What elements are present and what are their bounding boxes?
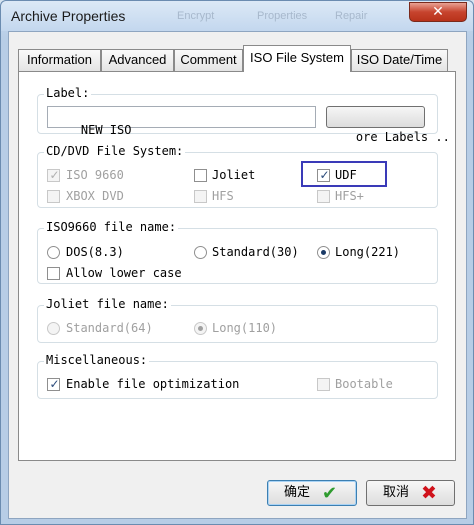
iso9660-label: ISO 9660 (66, 168, 124, 182)
long-221-radio[interactable] (317, 246, 330, 259)
more-labels-button[interactable]: ore Labels .. (326, 106, 450, 144)
joliet-long-110-label: Long(110) (212, 321, 278, 335)
dos-83-label: DOS(8.3) (66, 245, 124, 259)
hfs-checkbox[interactable] (194, 190, 207, 203)
more-labels-label: ore Labels .. (355, 130, 450, 144)
udf-label: UDF (335, 168, 357, 182)
tab-comment[interactable]: Comment (174, 49, 243, 71)
checkmark-icon: ✓ (49, 377, 60, 391)
udf-checkbox[interactable]: ✓ (317, 168, 330, 182)
iso9660-filename-group-title: ISO9660 file name: (44, 220, 179, 234)
iso-file-system-page: Label: NEW ISO ore Labels .. CD/DVD File… (18, 71, 456, 461)
enable-file-optimization-label: Enable file optimization (66, 377, 240, 391)
title-bar[interactable]: Archive Properties Encrypt Properties Re… (1, 1, 473, 31)
radio-selected-dot (198, 326, 203, 331)
xbox-dvd-label: XBOX DVD (66, 189, 124, 203)
ok-button-label: 确定 (284, 485, 311, 500)
label-group-title: Label: (44, 86, 92, 100)
checkmark-icon: ✓ (319, 168, 330, 182)
ghost-title-properties: Properties (257, 10, 308, 22)
allow-lower-case-label: Allow lower case (66, 266, 182, 280)
tab-label: Comment (180, 52, 237, 67)
tab-advanced[interactable]: Advanced (101, 49, 174, 71)
dos-83-radio[interactable] (47, 246, 60, 259)
tab-label: Advanced (108, 52, 167, 67)
tab-label: ISO Date/Time (356, 52, 443, 67)
tab-label: ISO File System (250, 50, 344, 65)
joliet-standard-64-radio[interactable] (47, 322, 60, 335)
cancel-button[interactable]: 取消 ✖ (366, 480, 455, 506)
close-button[interactable]: ✕ (409, 2, 467, 22)
window-title: Archive Properties (11, 8, 126, 24)
tab-iso-date-time[interactable]: ISO Date/Time (351, 49, 448, 71)
green-check-icon: ✔ (322, 483, 338, 504)
close-icon: ✕ (432, 4, 444, 20)
standard-30-radio[interactable] (194, 246, 207, 259)
ghost-title-encrypt: Encrypt (177, 10, 215, 22)
label-input[interactable]: NEW ISO (47, 106, 316, 137)
bootable-checkbox[interactable] (317, 378, 330, 391)
checkmark-icon: ✓ (49, 168, 60, 182)
hfs-plus-checkbox[interactable] (317, 190, 330, 203)
long-221-label: Long(221) (335, 245, 401, 259)
standard-30-label: Standard(30) (212, 245, 299, 259)
ghost-title-repair: Repair (335, 10, 368, 22)
tab-iso-file-system[interactable]: ISO File System (243, 45, 351, 72)
ok-button[interactable]: 确定 ✔ (267, 480, 357, 506)
joliet-checkbox[interactable] (194, 169, 207, 182)
red-x-icon: ✖ (421, 482, 437, 504)
joliet-label: Joliet (212, 168, 256, 182)
hfs-label: HFS (212, 189, 234, 203)
joliet-long-110-radio[interactable] (194, 322, 207, 335)
hfs-plus-label: HFS+ (335, 189, 364, 203)
tab-information[interactable]: Information (18, 49, 101, 71)
cd-dvd-group-title: CD/DVD File System: (44, 144, 186, 158)
joliet-filename-group-title: Joliet file name: (44, 297, 171, 311)
bootable-label: Bootable (335, 377, 393, 391)
joliet-standard-64-label: Standard(64) (66, 321, 153, 335)
cancel-button-label: 取消 (383, 485, 410, 500)
tab-label: Information (26, 52, 93, 67)
iso9660-checkbox[interactable]: ✓ (47, 168, 60, 182)
allow-lower-case-checkbox[interactable] (47, 267, 60, 280)
radio-selected-dot (321, 250, 326, 255)
label-input-value: NEW ISO (80, 123, 132, 137)
miscellaneous-group-title: Miscellaneous: (44, 353, 150, 367)
enable-file-optimization-checkbox[interactable]: ✓ (47, 377, 60, 391)
xbox-dvd-checkbox[interactable] (47, 190, 60, 203)
